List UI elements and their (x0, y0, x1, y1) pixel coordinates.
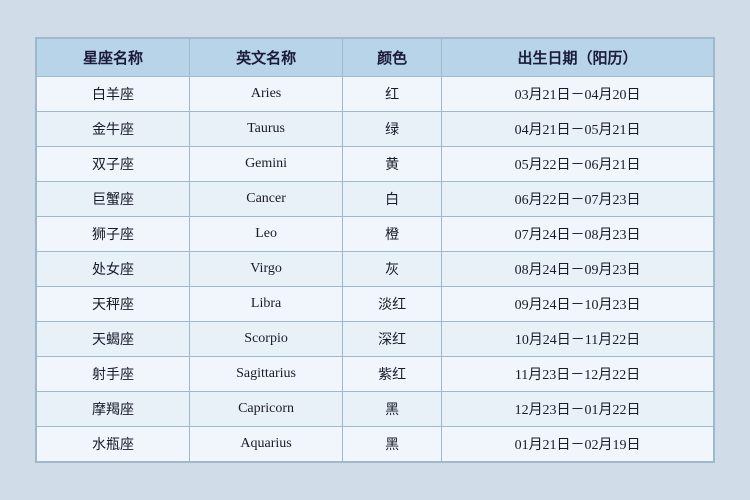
cell-chinese-name: 天秤座 (37, 287, 190, 322)
table-row: 摩羯座Capricorn黑12月23日－01月22日 (37, 392, 714, 427)
cell-color: 橙 (343, 217, 442, 252)
zodiac-table-container: 星座名称 英文名称 颜色 出生日期（阳历） 白羊座Aries红03月21日－04… (35, 37, 715, 463)
cell-chinese-name: 巨蟹座 (37, 182, 190, 217)
table-row: 处女座Virgo灰08月24日－09月23日 (37, 252, 714, 287)
cell-english-name: Capricorn (190, 392, 343, 427)
cell-color: 白 (343, 182, 442, 217)
cell-dates: 08月24日－09月23日 (442, 252, 714, 287)
table-header-row: 星座名称 英文名称 颜色 出生日期（阳历） (37, 39, 714, 77)
table-row: 狮子座Leo橙07月24日－08月23日 (37, 217, 714, 252)
table-row: 天秤座Libra淡红09月24日－10月23日 (37, 287, 714, 322)
table-row: 射手座Sagittarius紫红11月23日－12月22日 (37, 357, 714, 392)
cell-dates: 03月21日－04月20日 (442, 77, 714, 112)
cell-chinese-name: 射手座 (37, 357, 190, 392)
cell-color: 紫红 (343, 357, 442, 392)
cell-color: 绿 (343, 112, 442, 147)
cell-english-name: Virgo (190, 252, 343, 287)
cell-color: 红 (343, 77, 442, 112)
cell-chinese-name: 金牛座 (37, 112, 190, 147)
cell-english-name: Cancer (190, 182, 343, 217)
cell-chinese-name: 摩羯座 (37, 392, 190, 427)
zodiac-table: 星座名称 英文名称 颜色 出生日期（阳历） 白羊座Aries红03月21日－04… (36, 38, 714, 462)
header-english-name: 英文名称 (190, 39, 343, 77)
cell-dates: 06月22日－07月23日 (442, 182, 714, 217)
cell-chinese-name: 白羊座 (37, 77, 190, 112)
cell-dates: 09月24日－10月23日 (442, 287, 714, 322)
cell-color: 深红 (343, 322, 442, 357)
header-color: 颜色 (343, 39, 442, 77)
cell-english-name: Sagittarius (190, 357, 343, 392)
cell-dates: 04月21日－05月21日 (442, 112, 714, 147)
cell-english-name: Taurus (190, 112, 343, 147)
cell-dates: 12月23日－01月22日 (442, 392, 714, 427)
cell-chinese-name: 天蝎座 (37, 322, 190, 357)
cell-english-name: Gemini (190, 147, 343, 182)
cell-color: 黑 (343, 427, 442, 462)
cell-english-name: Leo (190, 217, 343, 252)
cell-dates: 11月23日－12月22日 (442, 357, 714, 392)
cell-chinese-name: 双子座 (37, 147, 190, 182)
table-row: 巨蟹座Cancer白06月22日－07月23日 (37, 182, 714, 217)
table-row: 水瓶座Aquarius黑01月21日－02月19日 (37, 427, 714, 462)
cell-english-name: Aries (190, 77, 343, 112)
table-row: 白羊座Aries红03月21日－04月20日 (37, 77, 714, 112)
cell-dates: 05月22日－06月21日 (442, 147, 714, 182)
cell-english-name: Aquarius (190, 427, 343, 462)
cell-color: 黄 (343, 147, 442, 182)
cell-dates: 07月24日－08月23日 (442, 217, 714, 252)
table-row: 金牛座Taurus绿04月21日－05月21日 (37, 112, 714, 147)
cell-color: 灰 (343, 252, 442, 287)
cell-color: 黑 (343, 392, 442, 427)
cell-chinese-name: 水瓶座 (37, 427, 190, 462)
table-body: 白羊座Aries红03月21日－04月20日金牛座Taurus绿04月21日－0… (37, 77, 714, 462)
cell-english-name: Libra (190, 287, 343, 322)
table-row: 双子座Gemini黄05月22日－06月21日 (37, 147, 714, 182)
header-chinese-name: 星座名称 (37, 39, 190, 77)
table-row: 天蝎座Scorpio深红10月24日－11月22日 (37, 322, 714, 357)
header-dates: 出生日期（阳历） (442, 39, 714, 77)
cell-dates: 10月24日－11月22日 (442, 322, 714, 357)
cell-dates: 01月21日－02月19日 (442, 427, 714, 462)
cell-english-name: Scorpio (190, 322, 343, 357)
cell-chinese-name: 狮子座 (37, 217, 190, 252)
cell-chinese-name: 处女座 (37, 252, 190, 287)
cell-color: 淡红 (343, 287, 442, 322)
